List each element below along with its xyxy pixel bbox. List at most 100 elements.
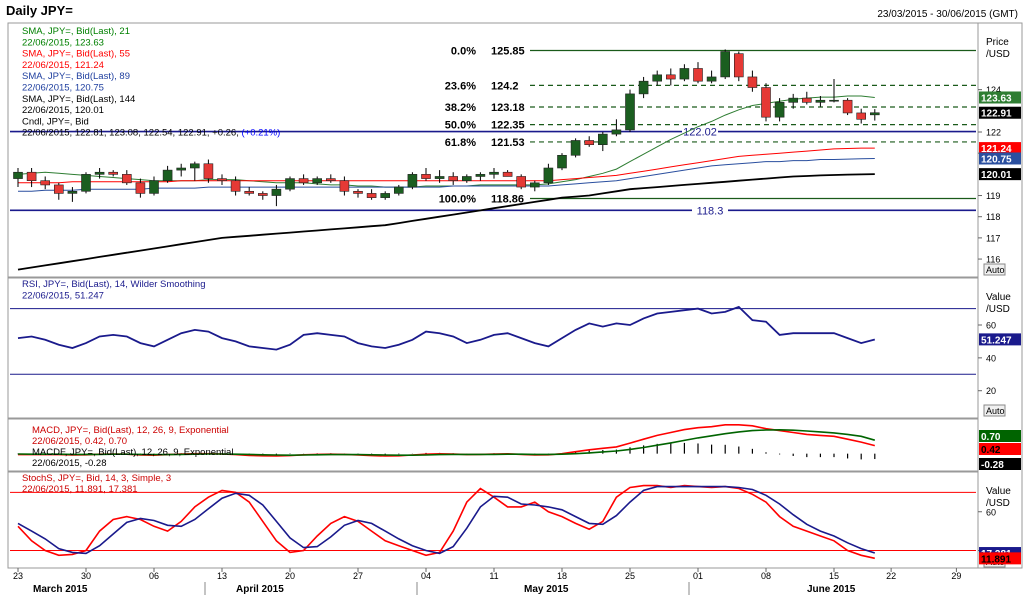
candle-body[interactable]: [801, 97, 812, 103]
stoch-tick-label: 60: [986, 507, 996, 517]
candle-body[interactable]: [448, 176, 459, 182]
fib-value-label: 122.35: [491, 120, 525, 132]
legend-line: 22/06/2015, 121.24: [22, 60, 104, 71]
candle-body[interactable]: [543, 167, 554, 184]
price-auto-label: Auto: [986, 265, 1005, 275]
x-tick-label: 08: [761, 571, 771, 581]
x-tick-label: 15: [829, 571, 839, 581]
candle-body[interactable]: [108, 171, 118, 175]
candle-body[interactable]: [162, 169, 173, 182]
candle-body[interactable]: [380, 193, 391, 198]
candle-body[interactable]: [325, 178, 336, 182]
candle-body[interactable]: [665, 74, 676, 80]
candle-body[interactable]: [652, 74, 663, 82]
x-axis[interactable]: 23 30 06 13 20 27 04 11 18 25 01 08 15 22 29 March 2015…: [13, 568, 961, 595]
x-month-label: April 2015: [236, 584, 284, 595]
candle-body[interactable]: [597, 133, 608, 146]
candle-body[interactable]: [502, 171, 513, 177]
candle-body[interactable]: [693, 68, 703, 82]
fib-value-label: 125.85: [491, 45, 525, 57]
candle-body[interactable]: [271, 188, 282, 196]
candle-body[interactable]: [815, 99, 826, 103]
candle-body[interactable]: [475, 174, 486, 177]
candle-body[interactable]: [285, 178, 295, 190]
legend-line: 22/06/2015, -0.28: [32, 458, 106, 469]
value-tag-label: 51.247: [981, 335, 1012, 346]
price-axis-unit: /USD: [986, 49, 1010, 60]
candle-body[interactable]: [312, 178, 323, 184]
rsi-auto-label: Auto: [986, 406, 1005, 416]
candle-body[interactable]: [244, 190, 254, 194]
candle-body[interactable]: [81, 174, 91, 192]
candle-body[interactable]: [135, 182, 146, 194]
candle-body[interactable]: [393, 186, 404, 194]
candle-body[interactable]: [679, 68, 690, 80]
fib-level-label: 0.0%: [451, 45, 476, 57]
candle-body[interactable]: [149, 180, 159, 194]
legend-line: SMA, JPY=, Bid(Last), 89: [22, 71, 130, 82]
candle-body[interactable]: [720, 51, 731, 78]
rsi-tick-label: 60: [986, 321, 996, 331]
candle-body[interactable]: [190, 163, 200, 169]
candle-body[interactable]: [421, 174, 431, 179]
candle-body[interactable]: [122, 174, 132, 184]
candle-body[interactable]: [203, 163, 214, 179]
candle-body[interactable]: [67, 190, 78, 194]
candle-body[interactable]: [570, 140, 581, 156]
rsi-panel[interactable]: [7, 277, 979, 419]
rsi-axis-unit: /USD: [986, 304, 1010, 315]
candle-body[interactable]: [40, 180, 51, 186]
candle-body[interactable]: [774, 102, 785, 118]
candle-body[interactable]: [747, 76, 758, 88]
candle-body[interactable]: [176, 167, 186, 171]
legend-line: MACDF, JPY=, Bid(Last), 12, 26, 9, Expon…: [32, 447, 233, 458]
candle-body[interactable]: [53, 184, 64, 194]
price-axis-title: Price: [986, 37, 1009, 48]
candle-body[interactable]: [489, 171, 499, 175]
candle-body[interactable]: [461, 176, 472, 182]
candle-body[interactable]: [856, 112, 867, 120]
value-tag-label: 120.75: [981, 154, 1012, 165]
legend-text: 22/06/2015, 122.81, 123.08, 122.54, 122.…: [22, 128, 241, 139]
chart-canvas[interactable]: Daily JPY= 23/03/2015 - 30/06/2015 (GMT)…: [0, 0, 1024, 608]
candle-body[interactable]: [217, 178, 227, 182]
candle-body[interactable]: [94, 171, 105, 175]
candle-body[interactable]: [434, 176, 445, 179]
x-tick-label: 18: [557, 571, 567, 581]
candle-body[interactable]: [353, 190, 363, 194]
legend-line: 22/06/2015, 51.247: [22, 291, 104, 302]
candle-body[interactable]: [842, 99, 853, 114]
candle-body[interactable]: [516, 176, 527, 188]
candle-body[interactable]: [529, 182, 540, 188]
price-auto-button[interactable]: Auto: [983, 263, 1006, 276]
candle-body[interactable]: [298, 178, 309, 184]
candle-body[interactable]: [611, 129, 622, 135]
price-tick-label: 119: [986, 191, 1000, 201]
support-line-label: 122.02: [683, 127, 717, 139]
candle-body[interactable]: [13, 171, 23, 179]
candle-body[interactable]: [761, 87, 771, 118]
candle-body[interactable]: [869, 112, 880, 116]
legend-change: (+0.21%): [241, 128, 280, 139]
candle-body[interactable]: [557, 154, 567, 169]
candle-body[interactable]: [829, 99, 839, 102]
x-tick-label: 25: [625, 571, 635, 581]
rsi-axis-title: Value: [986, 292, 1011, 303]
candle-body[interactable]: [257, 193, 268, 196]
candle-body[interactable]: [26, 171, 37, 182]
candle-body[interactable]: [625, 93, 635, 131]
legend-line: 22/06/2015, 122.81, 123.08, 122.54, 122.…: [22, 128, 280, 139]
price-panel[interactable]: [7, 22, 979, 278]
candle-body[interactable]: [407, 174, 418, 188]
candle-body[interactable]: [584, 140, 595, 146]
candle-body[interactable]: [706, 76, 717, 82]
candle-body[interactable]: [733, 53, 744, 78]
legend-line: SMA, JPY=, Bid(Last), 21: [22, 26, 130, 37]
candle-body[interactable]: [230, 180, 241, 192]
price-tick-label: 118: [986, 212, 1000, 222]
candle-body[interactable]: [366, 193, 377, 198]
rsi-auto-button[interactable]: Auto: [983, 404, 1006, 417]
candle-body[interactable]: [339, 180, 350, 192]
candle-body[interactable]: [788, 97, 799, 103]
candle-body[interactable]: [638, 80, 649, 95]
